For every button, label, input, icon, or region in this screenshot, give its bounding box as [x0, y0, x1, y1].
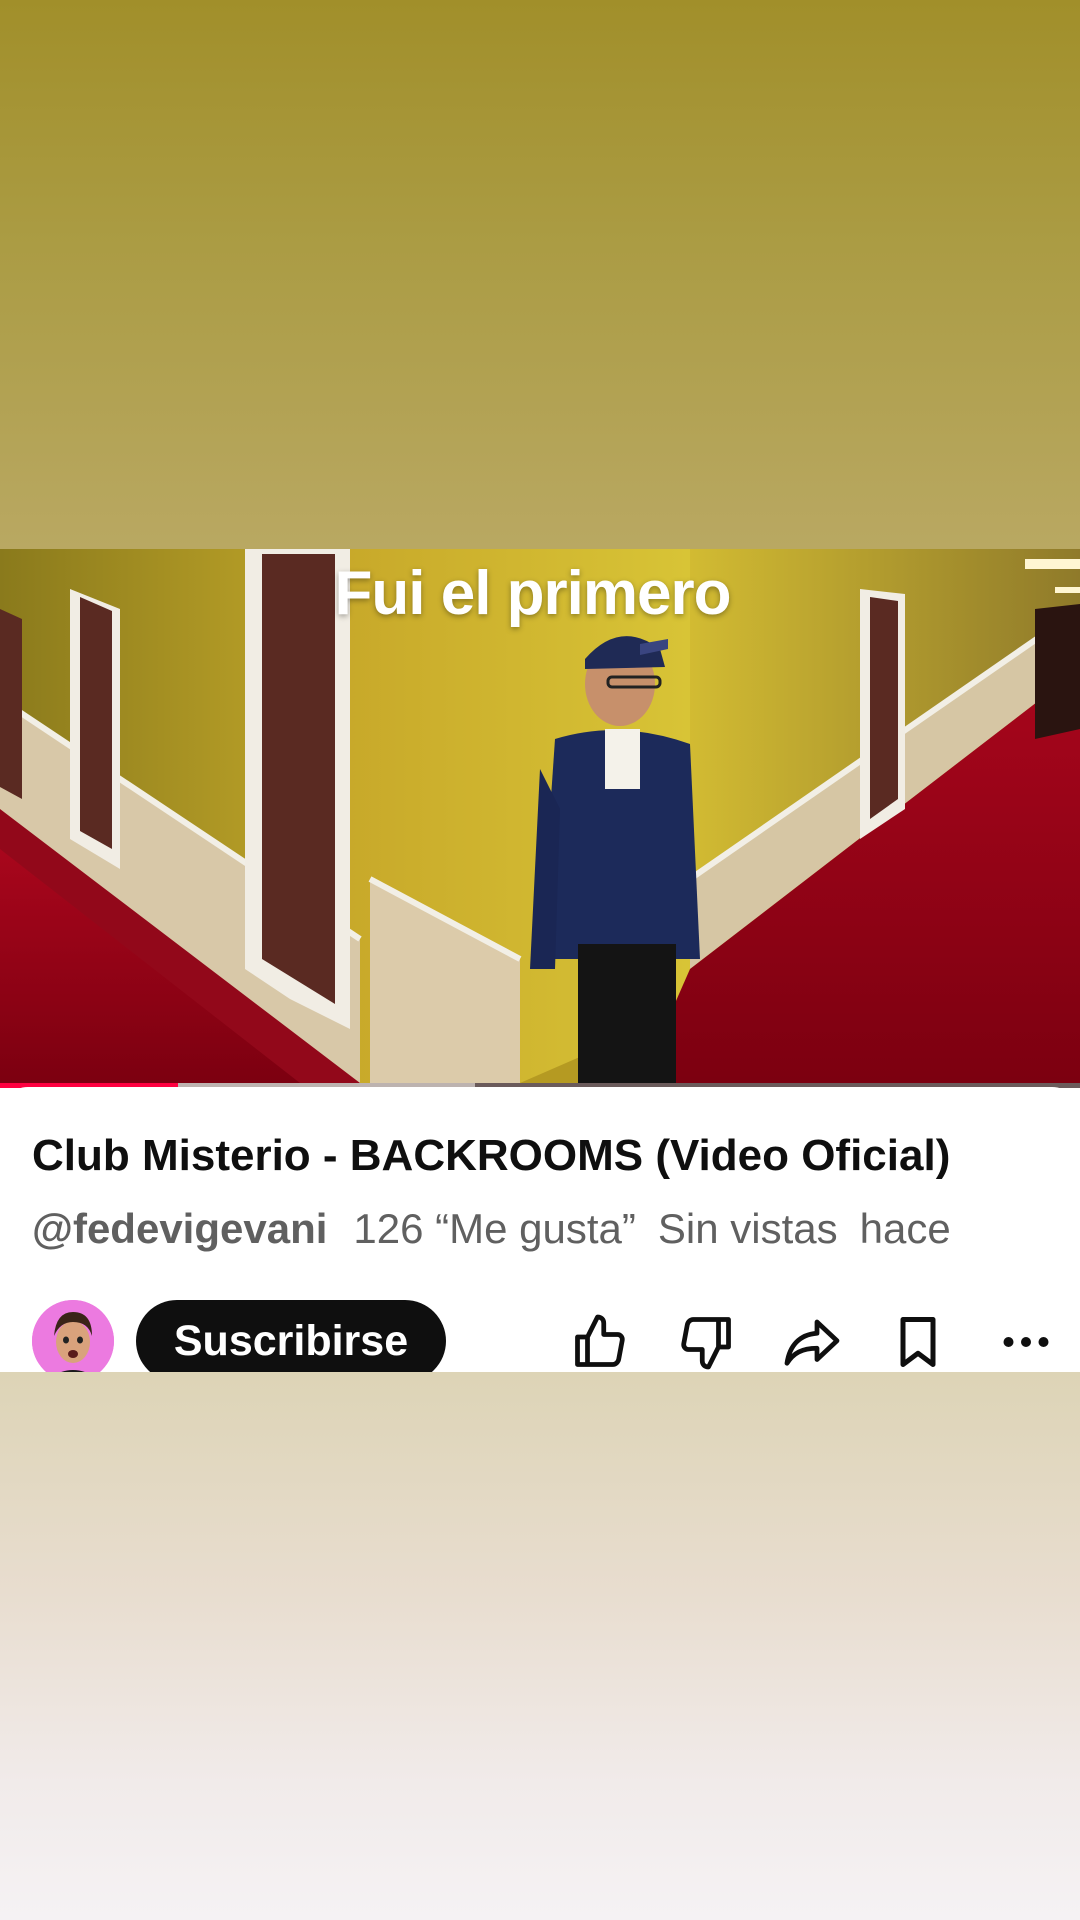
channel-avatar[interactable]	[32, 1300, 114, 1372]
video-player[interactable]	[0, 549, 1080, 1083]
top-background	[0, 0, 1080, 549]
avatar-portrait	[32, 1300, 114, 1372]
video-meta-row[interactable]: @fedevigevani 126 “Me gusta” Sin vistas hac…	[32, 1205, 1080, 1253]
views-count: Sin vistas	[657, 1205, 838, 1252]
likes-count: 126 “Me gusta”	[353, 1205, 636, 1252]
video-title[interactable]: Club Misterio - BACKROOMS (Video Oficial…	[32, 1131, 950, 1181]
like-icon[interactable]	[570, 1312, 630, 1372]
channel-handle[interactable]: @fedevigevani	[32, 1205, 327, 1252]
share-icon[interactable]	[782, 1312, 842, 1372]
bottom-background	[0, 1372, 1080, 1920]
save-icon[interactable]	[888, 1312, 948, 1372]
upload-time: hace	[859, 1205, 951, 1252]
subscribe-button[interactable]: Suscribirse	[136, 1300, 446, 1372]
video-caption: Fui el primero	[334, 559, 732, 628]
action-bar: Suscribirse	[0, 1300, 1080, 1372]
dislike-icon[interactable]	[676, 1312, 736, 1372]
video-info-sheet: Club Misterio - BACKROOMS (Video Oficial…	[0, 1087, 1080, 1372]
more-icon[interactable]	[996, 1312, 1056, 1372]
video-frame	[0, 549, 1080, 1083]
